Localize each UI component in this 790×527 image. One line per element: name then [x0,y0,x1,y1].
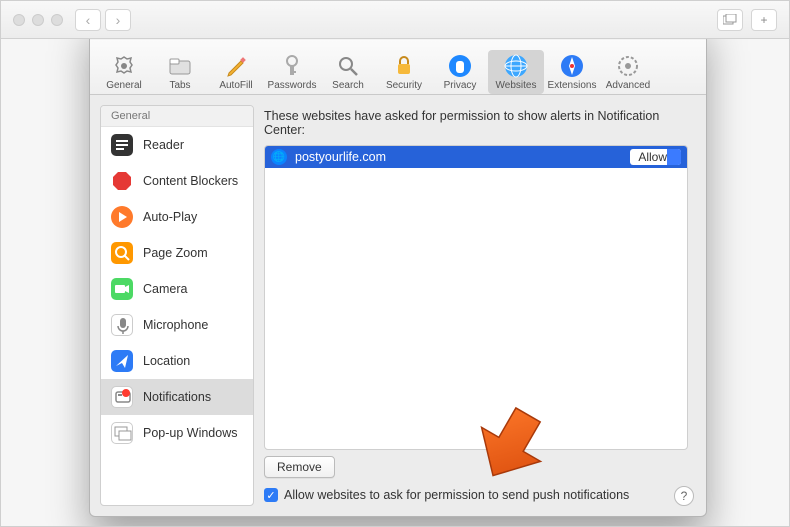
toolbar-label: Passwords [268,80,317,91]
site-domain: postyourlife.com [295,150,622,164]
sidebar-item-auto-play[interactable]: Auto-Play [101,199,253,235]
toolbar-general[interactable]: General [96,50,152,94]
browser-traffic-lights [13,14,63,26]
toolbar-label: AutoFill [219,80,252,91]
prefs-body: General Reader Content Blockers Auto-Play P… [90,95,706,516]
websites-icon [503,53,529,79]
sidebar-container: General Reader Content Blockers Auto-Play P… [90,95,260,516]
sidebar-item-label: Content Blockers [143,174,238,188]
sidebar-item-content-blockers[interactable]: Content Blockers [101,163,253,199]
advanced-icon [615,53,641,79]
main-panel: These websites have asked for permission… [260,95,706,516]
sidebar-item-label: Auto-Play [143,210,197,224]
sidebar-item-label: Microphone [143,318,208,332]
sidebar-item-popup-windows[interactable]: Pop-up Windows [101,415,253,451]
general-icon [111,53,137,79]
allow-ask-row[interactable]: ✓ Allow websites to ask for permission t… [264,488,688,502]
tabs-icon [167,53,193,79]
preferences-window: Websites General Tabs AutoFill Passwords Sea… [89,39,707,517]
site-favicon-icon: 🌐 [271,149,287,165]
sidebar-item-notifications[interactable]: Notifications [101,379,253,415]
toolbar-tabs[interactable]: Tabs [152,50,208,94]
sidebar-item-label: Pop-up Windows [143,426,238,440]
security-icon [391,53,417,79]
site-row[interactable]: 🌐 postyourlife.com Allow▴▾ [265,146,687,168]
traffic-dim-icon [51,14,63,26]
back-button[interactable]: ‹ [75,9,101,31]
sidebar-header: General [101,106,253,127]
toolbar-label: Privacy [444,80,477,91]
sidebar-item-label: Page Zoom [143,246,208,260]
toolbar-label: Advanced [606,80,650,91]
toolbar-search[interactable]: Search [320,50,376,94]
site-list[interactable]: 🌐 postyourlife.com Allow▴▾ [264,145,688,450]
toolbar-privacy[interactable]: Privacy [432,50,488,94]
prefs-toolbar: General Tabs AutoFill Passwords Search Securi… [90,40,706,95]
sidebar-item-camera[interactable]: Camera [101,271,253,307]
sidebar-item-page-zoom[interactable]: Page Zoom [101,235,253,271]
auto-play-icon [111,206,133,228]
passwords-icon [279,53,305,79]
toolbar-label: Search [332,80,364,91]
desktop-area: pcrisk.com Websites GeneralTabsAutoFillP… [1,39,789,526]
sidebar-item-label: Camera [143,282,187,296]
sidebar-item-label: Notifications [143,390,211,404]
search-icon [335,53,361,79]
location-icon [111,350,133,372]
sidebar-item-location[interactable]: Location [101,343,253,379]
plus-button[interactable]: + [751,9,777,31]
main-heading: These websites have asked for permission… [264,109,688,137]
privacy-icon [447,53,473,79]
traffic-dim-icon [32,14,44,26]
autofill-icon [223,53,249,79]
checkbox-label: Allow websites to ask for permission to … [284,488,629,502]
prefs-titlebar: Websites [90,39,706,40]
permission-select[interactable]: Allow▴▾ [630,149,681,165]
forward-button[interactable]: › [105,9,131,31]
badge-dot-icon [122,389,130,397]
help-button[interactable]: ? [674,486,694,506]
toolbar-label: Security [386,80,422,91]
sidebar-item-label: Location [143,354,190,368]
browser-titlebar: ‹ › + [1,1,789,39]
browser-window: ‹ › + pcrisk.com Websites GeneralTabsAut… [0,0,790,527]
content-blockers-icon [111,170,133,192]
toolbar-label: Extensions [548,80,597,91]
toolbar-extensions[interactable]: Extensions [544,50,600,94]
toolbar-label: General [106,80,142,91]
sidebar-item-label: Reader [143,138,184,152]
toolbar-websites[interactable]: Websites [488,50,544,94]
toolbar-label: Tabs [169,80,190,91]
browser-nav: ‹ › [75,9,131,31]
sidebar-item-microphone[interactable]: Microphone [101,307,253,343]
remove-button[interactable]: Remove [264,456,335,478]
popup-windows-icon [111,422,133,444]
sidebar-item-reader[interactable]: Reader [101,127,253,163]
toolbar-security[interactable]: Security [376,50,432,94]
toolbar-autofill[interactable]: AutoFill [208,50,264,94]
microphone-icon [111,314,133,336]
notifications-icon [111,386,133,408]
reader-icon [111,134,133,156]
extensions-icon [559,53,585,79]
page-zoom-icon [111,242,133,264]
toolbar-advanced[interactable]: Advanced [600,50,656,94]
toolbar-label: Websites [496,80,537,91]
toolbar-passwords[interactable]: Passwords [264,50,320,94]
camera-icon [111,278,133,300]
tabs-icon[interactable] [717,9,743,31]
checkbox-icon[interactable]: ✓ [264,488,278,502]
traffic-dim-icon [13,14,25,26]
sidebar: General Reader Content Blockers Auto-Play P… [100,105,254,506]
